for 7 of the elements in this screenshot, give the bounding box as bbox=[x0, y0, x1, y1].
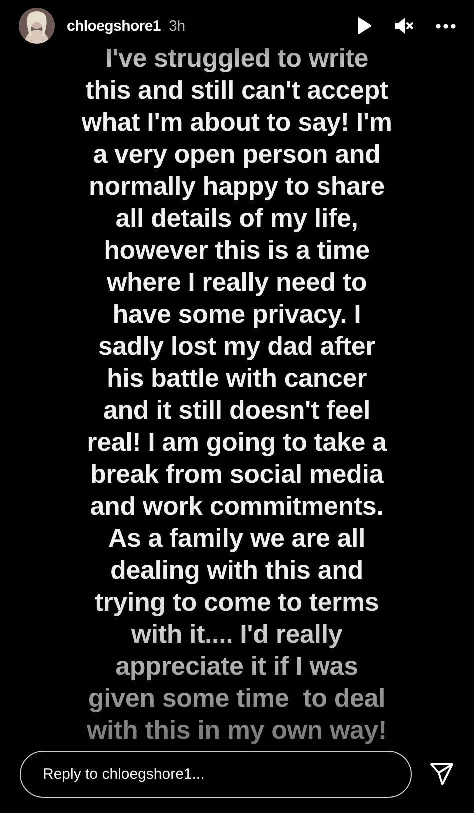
play-icon[interactable] bbox=[356, 17, 372, 35]
more-options-icon[interactable] bbox=[436, 24, 456, 28]
reply-field[interactable]: Reply to chloegshore1... bbox=[20, 751, 412, 798]
username[interactable]: chloegshore1 bbox=[67, 18, 161, 34]
send-icon[interactable] bbox=[430, 763, 454, 786]
post-time: 3h bbox=[168, 18, 186, 34]
muted-speaker-icon[interactable] bbox=[394, 17, 414, 35]
